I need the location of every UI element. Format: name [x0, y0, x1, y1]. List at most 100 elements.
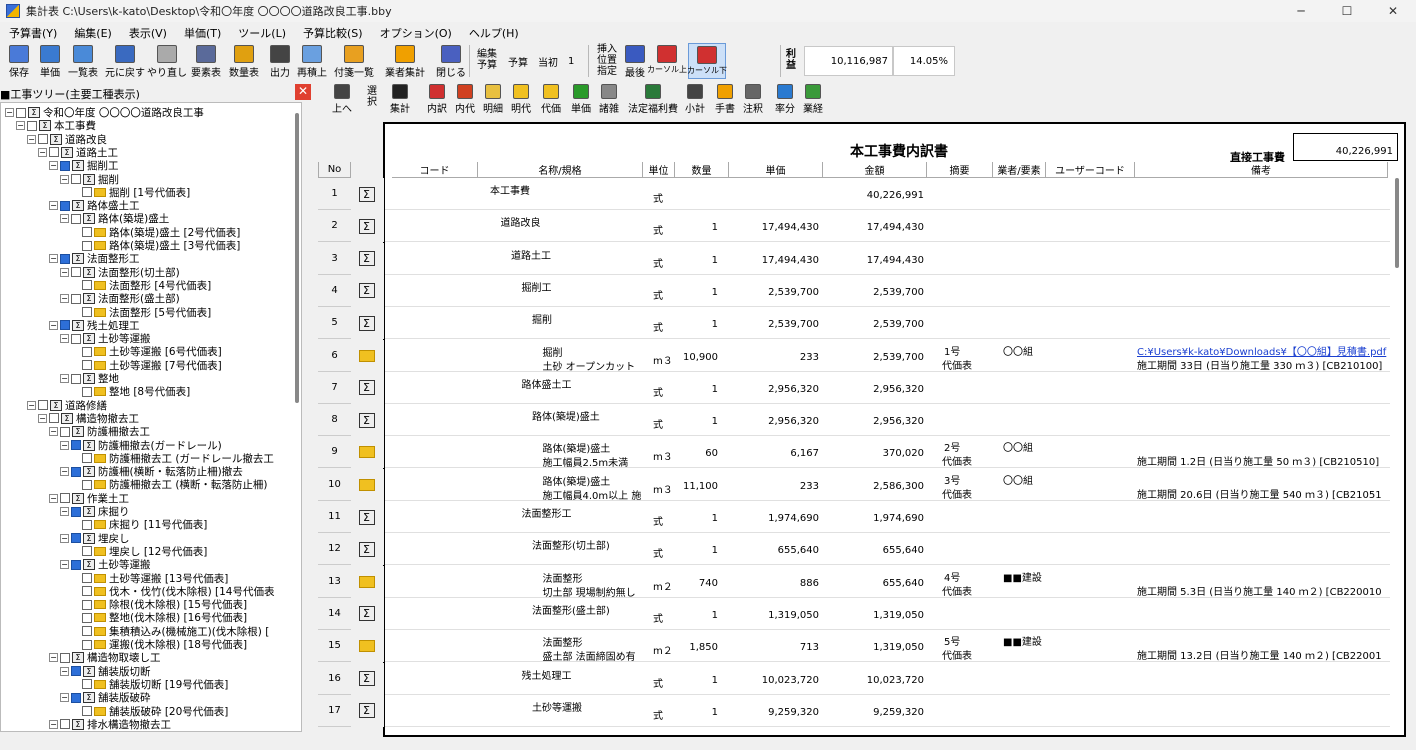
row-number[interactable]: 17 [318, 694, 351, 727]
tree-checkbox[interactable] [82, 240, 92, 251]
expand-icon[interactable]: − [60, 467, 69, 477]
row-icon-cell[interactable] [352, 436, 384, 469]
menu-price[interactable]: 単価(T) [175, 25, 229, 41]
row-number[interactable]: 7 [318, 371, 351, 404]
row-number[interactable]: 15 [318, 630, 351, 663]
tree-node[interactable]: 土砂等運搬 [7号代価表] [71, 359, 222, 372]
restack-button[interactable]: 再積上 [296, 43, 328, 79]
expand-icon[interactable]: − [60, 174, 69, 184]
tree-node[interactable]: − Σ 作業土工 [49, 492, 129, 505]
row-number[interactable]: 11 [318, 501, 351, 533]
output-button[interactable]: 出力 [268, 43, 292, 79]
tree-checkbox[interactable] [82, 307, 92, 317]
tree-close-button[interactable]: ✕ [295, 84, 311, 100]
up-button[interactable]: 上へ [330, 82, 354, 118]
row-number[interactable]: 13 [318, 565, 351, 598]
notes-link[interactable]: C:¥Users¥k-kato¥Downloads¥【〇〇組】見積書.pdf [1137, 343, 1386, 358]
tree-checkbox[interactable] [82, 227, 92, 238]
tree-node[interactable]: − Σ 防護柵(横断・転落防止柵)撤去 [60, 465, 243, 478]
row-number[interactable]: 1 [318, 178, 351, 210]
tree-node[interactable]: − Σ 防護柵撤去(ガードレール) [60, 439, 222, 452]
annotation-button[interactable]: 注釈 [741, 82, 765, 118]
expand-icon[interactable]: − [60, 666, 69, 676]
tree-node[interactable]: − Σ 法面整形(盛土部) [60, 292, 180, 305]
row-number[interactable]: 9 [318, 436, 351, 469]
tree-checkbox[interactable] [82, 453, 92, 464]
close-icon[interactable]: ✕ [1370, 0, 1416, 22]
tree-node[interactable]: − Σ 構造物取壊し工 [49, 651, 161, 664]
tree-checkbox[interactable] [60, 719, 70, 730]
tree-node[interactable]: 除根(伐木除根) [15号代価表] [71, 598, 247, 611]
tree-checkbox[interactable] [71, 466, 81, 477]
row-icon-cell[interactable]: Σ [352, 274, 384, 307]
expand-icon[interactable]: − [49, 493, 58, 503]
breakdown-price-button[interactable]: 内代 [453, 82, 477, 118]
row-icon-cell[interactable]: Σ [352, 533, 384, 566]
tree-checkbox[interactable] [82, 479, 92, 490]
expand-icon[interactable]: − [60, 560, 69, 570]
row-icon-cell[interactable] [352, 339, 384, 372]
tree-checkbox[interactable] [60, 320, 70, 331]
menu-view[interactable]: 表示(V) [120, 25, 175, 41]
expand-icon[interactable]: − [49, 161, 58, 171]
tree-checkbox[interactable] [71, 533, 81, 544]
budget-selector[interactable]: 予算 当初 1 [504, 49, 581, 73]
tree-checkbox[interactable] [38, 400, 48, 411]
minimize-icon[interactable]: ─ [1278, 0, 1324, 22]
tree-checkbox[interactable] [82, 519, 92, 530]
tree-checkbox[interactable] [82, 280, 92, 291]
expand-icon[interactable]: − [60, 214, 69, 224]
tree-checkbox[interactable] [82, 346, 92, 357]
tree-checkbox[interactable] [82, 612, 92, 623]
tree-checkbox[interactable] [71, 666, 81, 677]
row-icon-cell[interactable]: Σ [352, 404, 384, 437]
tree-node[interactable]: − Σ 舗装版切断 [60, 665, 151, 678]
tree-checkbox[interactable] [60, 200, 70, 211]
close-button[interactable]: 閉じる [436, 43, 466, 79]
row-icon-cell[interactable]: Σ [352, 371, 384, 404]
tree-node[interactable]: 埋戻し [12号代価表] [71, 545, 207, 558]
misc-button[interactable]: 諸雑 [597, 82, 621, 118]
expand-icon[interactable]: − [49, 320, 58, 330]
tree-checkbox[interactable] [82, 360, 92, 371]
tree-checkbox[interactable] [82, 599, 92, 610]
tree-node[interactable]: 土砂等運搬 [6号代価表] [71, 345, 222, 358]
breakdown-button[interactable]: 内訳 [425, 82, 449, 118]
expand-icon[interactable]: − [27, 400, 36, 410]
tree-checkbox[interactable] [82, 573, 92, 583]
tree-node[interactable]: 整地(伐木除根) [16号代価表] [71, 611, 247, 624]
tree-checkbox[interactable] [71, 174, 81, 184]
row-icon-cell[interactable] [352, 468, 384, 501]
tree-checkbox[interactable] [82, 639, 92, 650]
tree-checkbox[interactable] [60, 253, 70, 264]
list-button[interactable]: 一覧表 [66, 43, 100, 79]
expand-icon[interactable]: − [60, 294, 69, 304]
tree-node[interactable]: 整地 [8号代価表] [71, 385, 190, 398]
tree-node[interactable]: − Σ 掘削工 [49, 159, 119, 172]
row-icon-cell[interactable]: Σ [352, 242, 384, 275]
element-table-button[interactable]: 要素表 [190, 43, 222, 79]
sticky-list-button[interactable]: 付箋一覧 [334, 43, 374, 79]
row-icon-cell[interactable] [352, 565, 384, 598]
tree-node[interactable]: 集積積込み(機械施工)(伐木除根) [ [71, 625, 269, 638]
tree-checkbox[interactable] [49, 147, 59, 158]
tree-node[interactable]: − Σ 路体(築堤)盛土 [60, 212, 169, 225]
tree-node[interactable]: − Σ 法面整形(切土部) [60, 266, 180, 279]
redo-button[interactable]: やり直し [147, 43, 187, 79]
handwrite-button[interactable]: 手書 [713, 82, 737, 118]
row-icon-cell[interactable]: Σ [352, 307, 384, 340]
row-icon-cell[interactable]: Σ [352, 210, 384, 243]
expand-icon[interactable]: − [38, 413, 47, 423]
row-number[interactable]: 12 [318, 533, 351, 566]
menu-compare[interactable]: 予算比較(S) [294, 25, 371, 41]
vendor-total-button[interactable]: 業者集計 [382, 43, 428, 79]
tree-checkbox[interactable] [71, 506, 81, 517]
menu-help[interactable]: ヘルプ(H) [460, 25, 527, 41]
tree-node[interactable]: − Σ 土砂等運搬 [60, 558, 151, 571]
tree-checkbox[interactable] [71, 213, 81, 224]
last-button[interactable]: 最後 [624, 43, 646, 79]
tree-node[interactable]: 法面整形 [4号代価表] [71, 279, 211, 292]
tree-node[interactable]: − Σ 舗装版破砕 [60, 691, 151, 704]
tree-checkbox[interactable] [82, 626, 92, 637]
tree-node[interactable]: − Σ 路体盛土工 [49, 199, 140, 212]
